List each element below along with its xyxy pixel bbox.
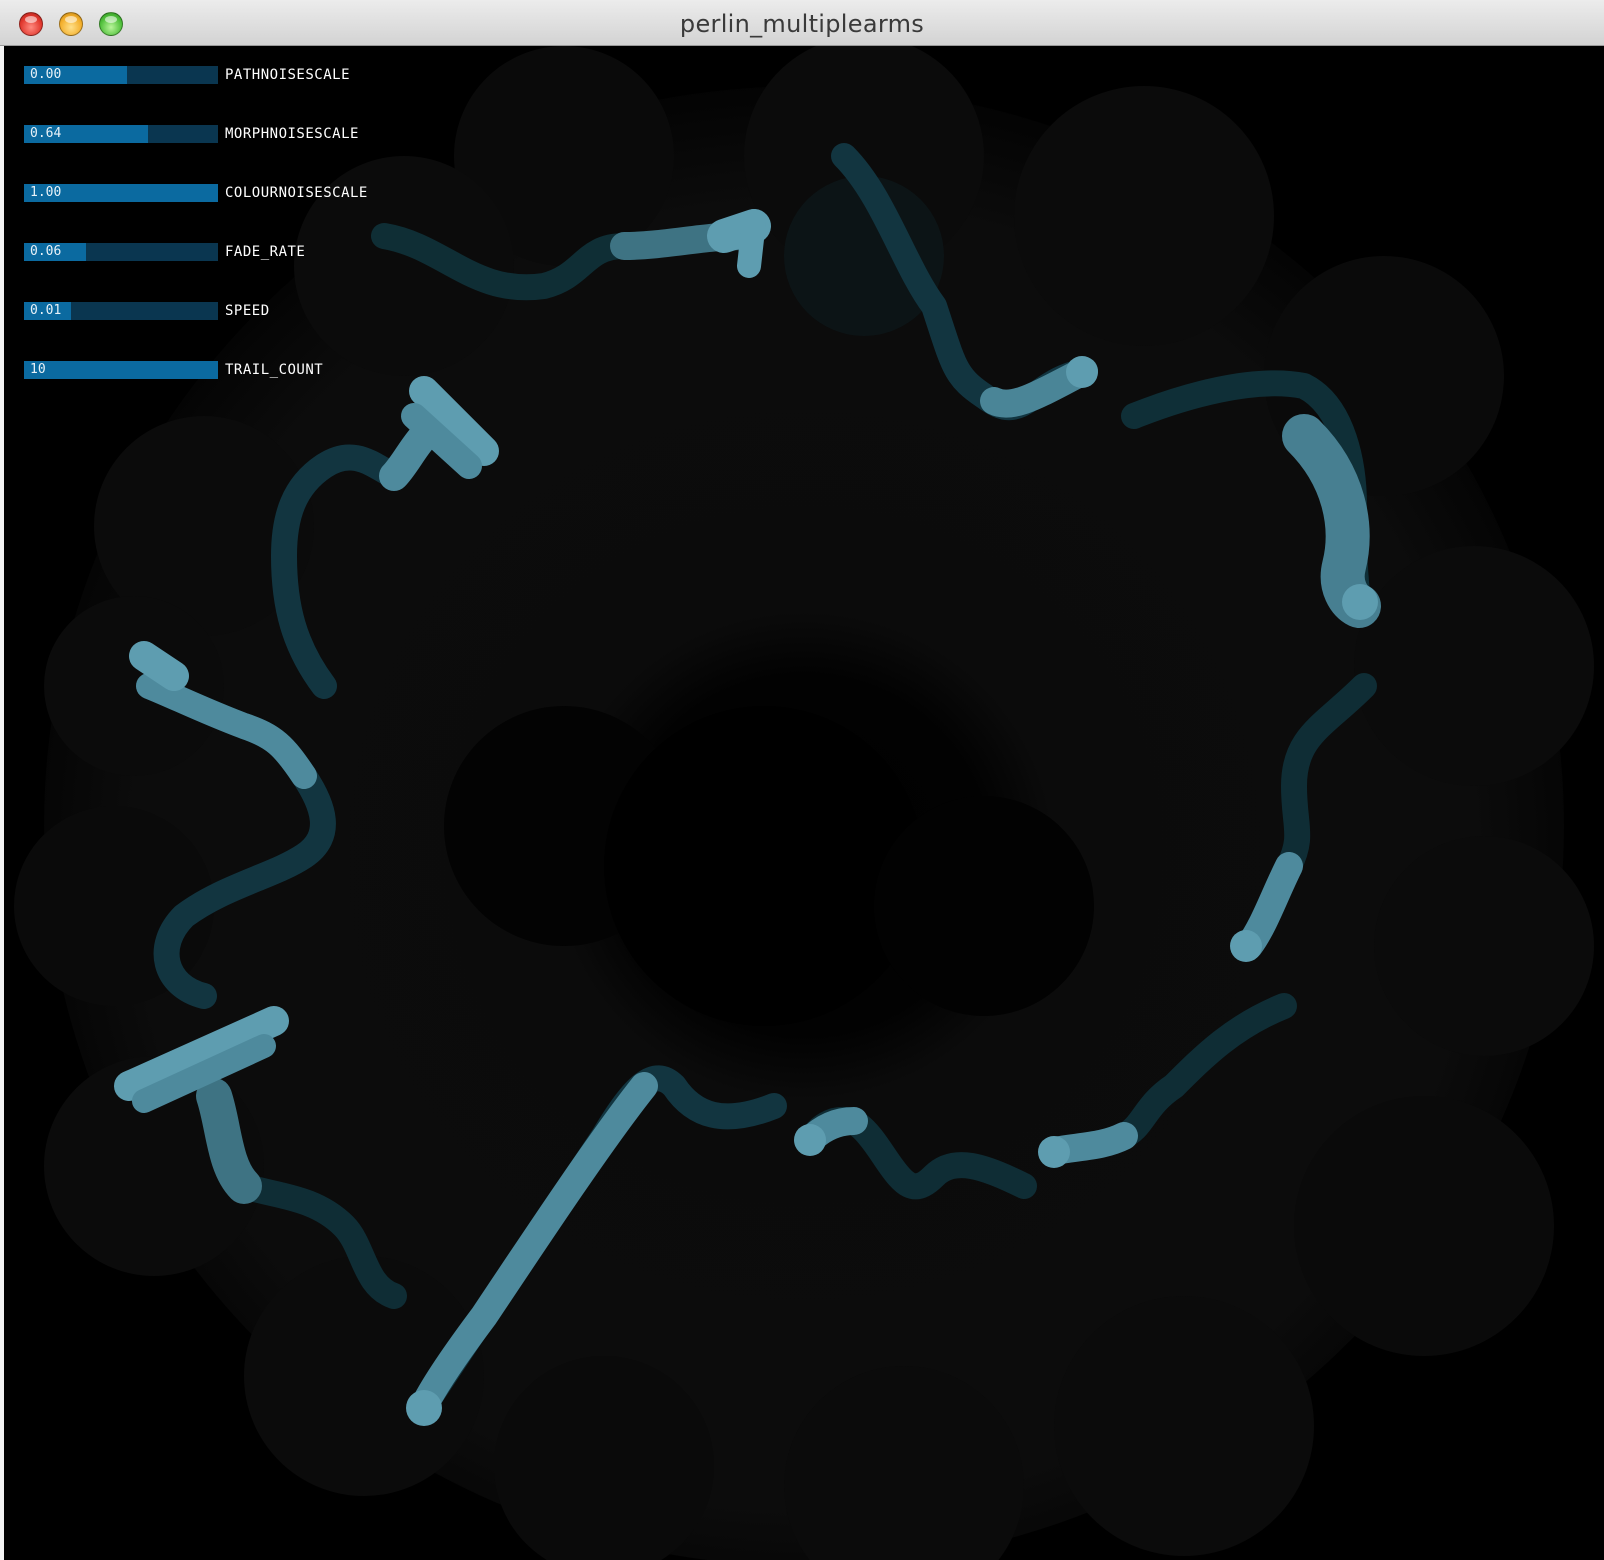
- slider-value: 1.00: [30, 185, 62, 200]
- slider-value: 0.06: [30, 244, 62, 259]
- slider-colournoisescale[interactable]: 1.00 COLOURNOISESCALE: [24, 184, 404, 202]
- haze-cloud: [14, 46, 1594, 1560]
- perlin-arms-visualization: [14, 46, 1594, 1560]
- slider-value: 0.64: [30, 126, 62, 141]
- slider-morphnoisescale[interactable]: 0.64 MORPHNOISESCALE: [24, 125, 404, 143]
- slider-speed[interactable]: 0.01 SPEED: [24, 302, 404, 320]
- sketch-canvas[interactable]: 0.00 PATHNOISESCALE 0.64 MORPHNOISESCALE…: [4, 46, 1604, 1560]
- slider-value: 0.01: [30, 303, 62, 318]
- slider-label: SPEED: [225, 303, 270, 319]
- slider-fade-rate[interactable]: 0.06 FADE_RATE: [24, 243, 404, 261]
- slider-trail-count[interactable]: 10 TRAIL_COUNT: [24, 361, 404, 379]
- slider-pathnoisescale[interactable]: 0.00 PATHNOISESCALE: [24, 66, 404, 84]
- slider-fill: [24, 361, 218, 379]
- slider-label: MORPHNOISESCALE: [225, 126, 359, 142]
- slider-track[interactable]: [24, 361, 218, 379]
- app-window: perlin_multiplearms 0.00 PATHNOISESCALE …: [0, 0, 1604, 1560]
- title-bar[interactable]: perlin_multiplearms: [0, 0, 1604, 46]
- slider-label: FADE_RATE: [225, 244, 306, 260]
- slider-value: 10: [30, 362, 46, 377]
- slider-value: 0.00: [30, 67, 62, 82]
- window-title: perlin_multiplearms: [679, 10, 925, 38]
- slider-label: PATHNOISESCALE: [225, 67, 351, 83]
- slider-label: COLOURNOISESCALE: [225, 185, 368, 201]
- slider-label: TRAIL_COUNT: [225, 362, 324, 378]
